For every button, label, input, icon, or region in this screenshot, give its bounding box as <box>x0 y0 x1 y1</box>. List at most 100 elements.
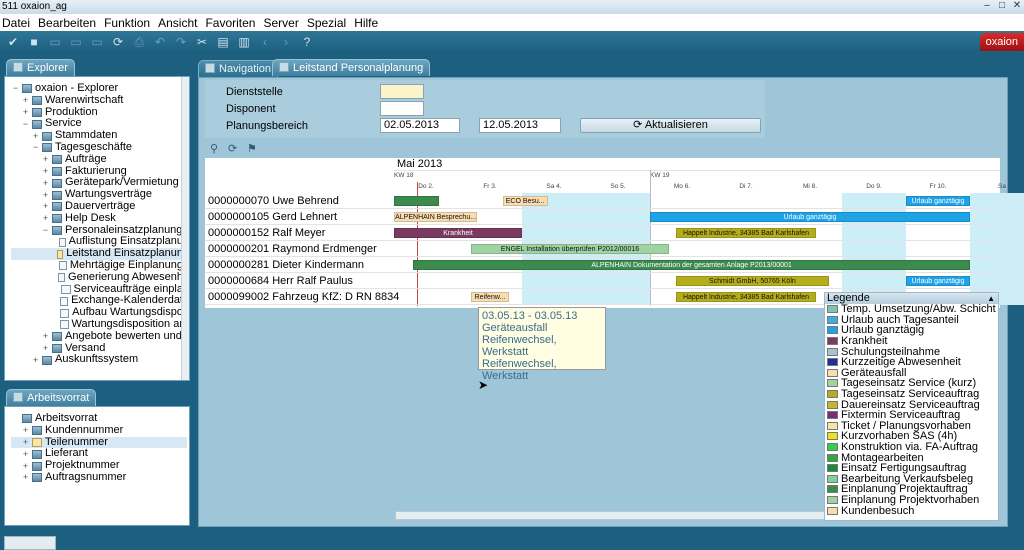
expand-icon[interactable]: + <box>41 155 50 164</box>
gantt-bar[interactable]: Happelt Industrie, 34385 Bad Karlshafen <box>675 228 817 238</box>
copy-icon[interactable]: ▭ <box>67 33 85 51</box>
tab-navigation[interactable]: Navigation <box>198 60 278 77</box>
gantt-row-label[interactable]: 0000000070 Uwe Behrend <box>208 195 339 207</box>
expand-icon[interactable]: + <box>41 178 50 188</box>
tree-item[interactable]: + Kundennummer <box>11 424 187 437</box>
close-icon[interactable]: ✕ <box>1012 1 1022 11</box>
date-to-input[interactable]: 12.05.2013 <box>479 118 561 133</box>
expand-icon[interactable]: + <box>41 190 50 200</box>
gantt-bar[interactable]: Urlaub ganztägig <box>650 212 970 222</box>
expand-icon[interactable]: + <box>41 332 50 341</box>
tree-item[interactable]: − Tagesgeschäfte <box>11 141 183 154</box>
reload-icon[interactable]: ⟳ <box>228 142 237 155</box>
tab-leitstand[interactable]: Leitstand Personalplanung <box>272 59 431 76</box>
expand-icon[interactable]: + <box>21 426 30 435</box>
folder-icon <box>22 84 32 94</box>
gantt-bar[interactable]: Urlaub ganztägig <box>906 196 970 206</box>
tab-explorer[interactable]: Explorer <box>6 59 75 76</box>
tree-item[interactable]: + Auskunftssystem <box>11 354 183 366</box>
gantt-row-label[interactable]: 0000000105 Gerd Lehnert <box>208 211 337 223</box>
help-icon[interactable]: ? <box>298 33 316 51</box>
gantt-row-label[interactable]: 0000000281 Dieter Kindermann <box>208 259 364 271</box>
expand-icon[interactable]: + <box>41 166 50 176</box>
day-label: Fr 3. <box>483 183 497 190</box>
maximize-icon[interactable]: □ <box>997 1 1007 11</box>
gantt-bar[interactable]: Krankheit <box>394 228 522 238</box>
gantt-row-label[interactable]: 0000099002 Fahrzeug KfZ: D RN 8834 <box>208 291 399 303</box>
paste-icon[interactable]: ▤ <box>214 33 232 51</box>
menu-item[interactable]: Favoriten <box>205 16 255 30</box>
menu-item[interactable]: Bearbeiten <box>38 16 96 30</box>
expand-icon[interactable]: + <box>21 449 30 459</box>
gantt-row-label[interactable]: 0000000152 Ralf Meyer <box>208 227 325 239</box>
pin-icon[interactable]: ⚑ <box>247 142 257 155</box>
expand-icon[interactable]: − <box>41 225 50 235</box>
collapse-icon[interactable]: ▲ <box>987 293 995 304</box>
gantt-row-label[interactable]: 0000000684 Herr Ralf Paulus <box>208 275 353 287</box>
expand-icon[interactable]: + <box>21 461 30 471</box>
gantt-bar[interactable]: Urlaub ganztägig <box>906 276 970 286</box>
forward-icon[interactable]: › <box>277 33 295 51</box>
back-icon[interactable]: ‹ <box>256 33 274 51</box>
stop-icon[interactable]: ■ <box>25 33 43 51</box>
expand-icon[interactable]: − <box>21 119 30 129</box>
gantt-bar[interactable]: ALPENHAIN Dokumentation der gesamten Anl… <box>413 260 970 270</box>
dienststelle-input[interactable] <box>380 84 424 99</box>
filter-icon[interactable]: ⚲ <box>210 142 218 155</box>
menu-item[interactable]: Hilfe <box>354 16 378 30</box>
gantt-bar[interactable]: ALPENHAIN Besprechu... <box>394 212 478 222</box>
expand-icon[interactable]: + <box>21 107 30 117</box>
menu-item[interactable]: Server <box>263 16 298 30</box>
expand-icon[interactable]: − <box>31 143 40 152</box>
redo-icon[interactable]: ↷ <box>172 33 190 51</box>
gantt-bar[interactable]: Reifenw... <box>470 292 510 302</box>
gantt-bar[interactable]: ECO Besu... <box>502 196 548 206</box>
tree-item[interactable]: + Dauerverträge <box>11 200 183 213</box>
expand-icon[interactable]: + <box>21 473 30 482</box>
minimize-icon[interactable]: – <box>982 1 992 11</box>
expand-icon[interactable]: + <box>41 214 50 223</box>
print-icon[interactable]: ⎙ <box>130 33 148 51</box>
menu-item[interactable]: Funktion <box>104 16 150 30</box>
explorer-scrollbar[interactable] <box>181 77 189 380</box>
tree-item[interactable]: + Warenwirtschaft <box>11 94 183 107</box>
expand-icon[interactable]: − <box>11 84 20 93</box>
date-from-input[interactable]: 02.05.2013 <box>380 118 460 133</box>
gantt-bar[interactable]: ENGEL Installation überprüfen P2012/0001… <box>470 244 670 254</box>
tree-item[interactable]: + Teilenummer <box>11 436 187 449</box>
tree-item[interactable]: + Produktion <box>11 106 183 119</box>
disponent-input[interactable] <box>380 101 424 116</box>
tree-item[interactable]: + Auftragsnummer <box>11 471 187 484</box>
tree-item[interactable]: + Aufträge <box>11 153 183 166</box>
tree-item[interactable]: + Help Desk <box>11 212 183 225</box>
expand-icon[interactable]: + <box>31 131 40 141</box>
gantt-bar[interactable] <box>394 196 439 206</box>
expand-icon[interactable]: + <box>21 437 30 447</box>
gantt-scrollbar[interactable] <box>395 511 825 520</box>
tree-item[interactable]: Wartungsdisposition ar <box>11 318 183 331</box>
new-icon[interactable]: ▭ <box>46 33 64 51</box>
cut-icon[interactable]: ✂ <box>193 33 211 51</box>
menu-item[interactable]: Datei <box>2 16 30 30</box>
expand-icon[interactable]: + <box>31 355 40 365</box>
expand-icon[interactable]: + <box>41 202 50 211</box>
check-icon[interactable]: ✔ <box>4 33 22 51</box>
tab-arbeitsvorrat[interactable]: Arbeitsvorrat <box>6 389 97 406</box>
tree-item[interactable]: Mehrtägige Einplanung <box>11 259 183 272</box>
tree-item[interactable]: Generierung Abwesenh <box>11 271 183 284</box>
expand-icon[interactable]: + <box>41 343 50 353</box>
folder-icon <box>52 178 62 188</box>
gantt-bar[interactable]: Schmidt GmbH, 50765 Köln <box>675 276 830 286</box>
clipboard-icon[interactable]: ▥ <box>235 33 253 51</box>
gantt-row-label[interactable]: 0000000201 Raymond Erdmenger <box>208 243 377 255</box>
refresh-icon[interactable]: ⟳ <box>109 33 127 51</box>
save-icon[interactable]: ▭ <box>88 33 106 51</box>
tree-item[interactable]: + Angebote bewerten und <box>11 330 183 343</box>
menu-item[interactable]: Ansicht <box>158 16 197 30</box>
gantt-bar[interactable]: Happelt Industrie, 34385 Bad Karlshafen <box>675 292 817 302</box>
undo-icon[interactable]: ↶ <box>151 33 169 51</box>
refresh-button[interactable]: ⟳ Aktualisieren <box>580 118 761 133</box>
menu-item[interactable]: Spezial <box>307 16 346 30</box>
status-tab[interactable] <box>4 536 56 550</box>
expand-icon[interactable]: + <box>21 96 30 105</box>
